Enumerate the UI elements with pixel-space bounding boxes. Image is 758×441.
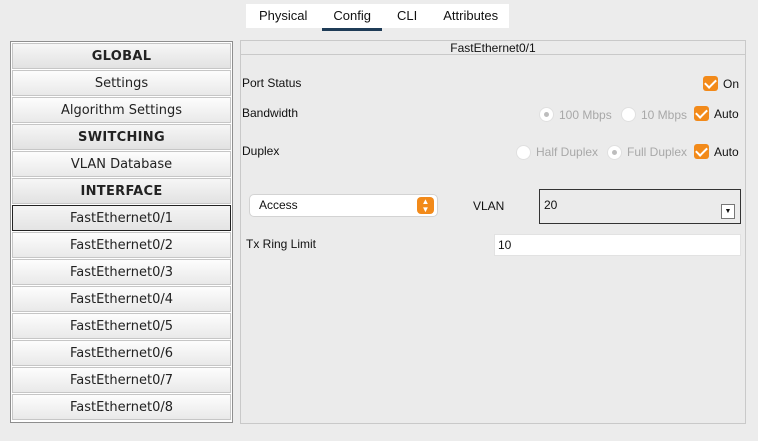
interface-config-panel: FastEthernet0/1 Port Status On Bandwidth…: [240, 40, 746, 424]
chevron-down-icon[interactable]: ▼: [721, 204, 735, 219]
tab-attributes[interactable]: Attributes: [430, 4, 511, 28]
sidebar-header-switching: SWITCHING: [12, 124, 231, 150]
vlan-combo[interactable]: 20 ▼: [539, 189, 741, 224]
sidebar-item-fastethernet0-7[interactable]: FastEthernet0/7: [12, 367, 231, 393]
sidebar-item-fastethernet0-4[interactable]: FastEthernet0/4: [12, 286, 231, 312]
updown-chevron-icon: ▲ ▼: [417, 197, 434, 214]
port-mode-select[interactable]: Access ▲ ▼: [249, 194, 438, 217]
sidebar-item-fastethernet0-5[interactable]: FastEthernet0/5: [12, 313, 231, 339]
sidebar-header-global: GLOBAL: [12, 43, 231, 69]
bandwidth-auto-checkbox[interactable]: [694, 106, 709, 121]
sidebar-item-settings[interactable]: Settings: [12, 70, 231, 96]
port-status-checkbox[interactable]: [703, 76, 718, 91]
panel-title: FastEthernet0/1: [241, 41, 745, 55]
half-duplex-label: Half Duplex: [536, 145, 599, 159]
bandwidth-label: Bandwidth: [242, 106, 299, 120]
sidebar-item-fastethernet0-2[interactable]: FastEthernet0/2: [12, 232, 231, 258]
sidebar-item-vlan-database[interactable]: VLAN Database: [12, 151, 231, 177]
half-duplex-radio[interactable]: [516, 145, 531, 160]
tab-bar: Physical Config CLI Attributes: [0, 0, 758, 31]
bandwidth-100-radio[interactable]: [539, 107, 554, 122]
bandwidth-100-label: 100 Mbps: [559, 108, 612, 122]
duplex-label: Duplex: [242, 144, 280, 158]
bandwidth-10-radio[interactable]: [621, 107, 636, 122]
vlan-label: VLAN: [473, 199, 505, 213]
vlan-value: 20: [544, 198, 558, 212]
tab-cli[interactable]: CLI: [384, 4, 430, 28]
port-status-label: Port Status: [242, 76, 302, 90]
sidebar-item-fastethernet0-8[interactable]: FastEthernet0/8: [12, 394, 231, 420]
tabs: Physical Config CLI Attributes: [246, 4, 511, 31]
tx-ring-limit-label: Tx Ring Limit: [246, 237, 317, 251]
full-duplex-radio[interactable]: [607, 145, 622, 160]
sidebar-header-interface: INTERFACE: [12, 178, 231, 204]
port-mode-value: Access: [259, 198, 298, 212]
bandwidth-10-label: 10 Mbps: [641, 108, 688, 122]
full-duplex-label: Full Duplex: [627, 145, 688, 159]
tab-config[interactable]: Config: [320, 4, 384, 31]
sidebar: GLOBAL Settings Algorithm Settings SWITC…: [10, 41, 233, 423]
bandwidth-auto-label: Auto: [714, 107, 739, 121]
sidebar-item-fastethernet0-6[interactable]: FastEthernet0/6: [12, 340, 231, 366]
duplex-auto-label: Auto: [714, 145, 739, 159]
tab-physical[interactable]: Physical: [246, 4, 320, 28]
sidebar-item-fastethernet0-1[interactable]: FastEthernet0/1: [12, 205, 231, 231]
port-status-on-label: On: [723, 77, 740, 91]
sidebar-item-fastethernet0-3[interactable]: FastEthernet0/3: [12, 259, 231, 285]
sidebar-item-algorithm-settings[interactable]: Algorithm Settings: [12, 97, 231, 123]
duplex-auto-checkbox[interactable]: [694, 144, 709, 159]
tx-ring-limit-input[interactable]: 10: [494, 234, 741, 256]
